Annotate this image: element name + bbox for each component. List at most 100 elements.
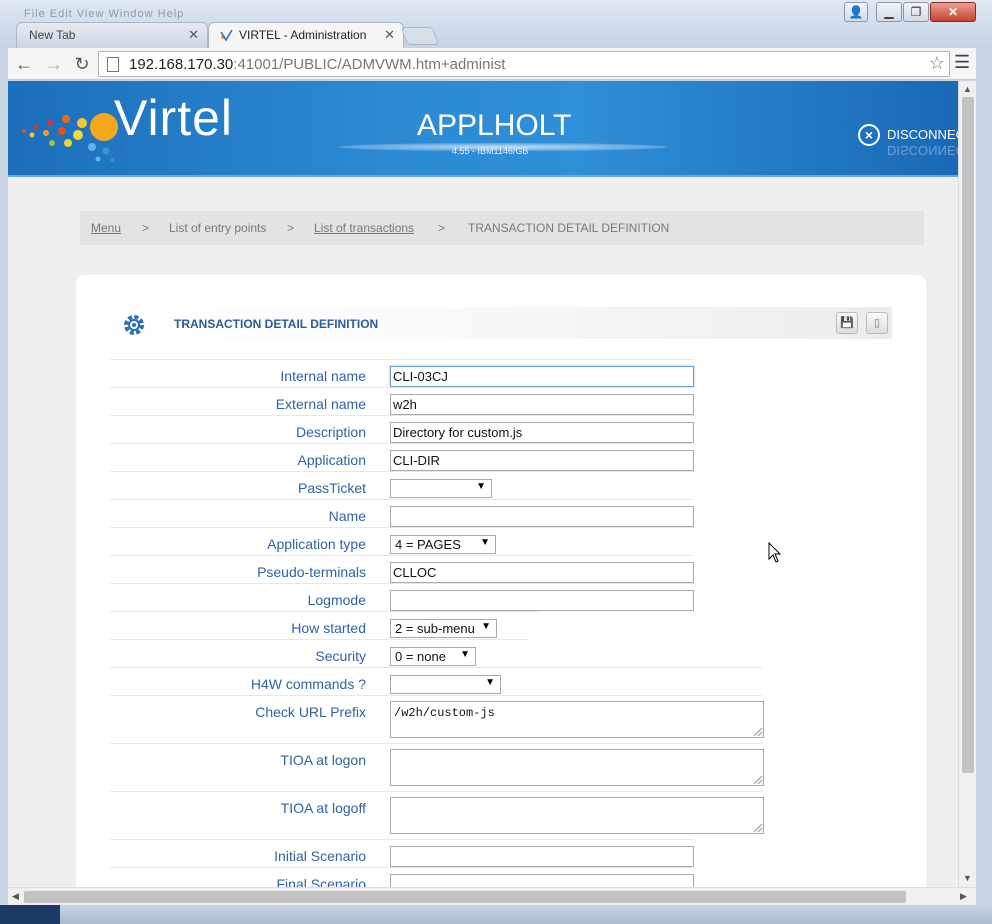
- internal-name-input[interactable]: CLI-03CJ: [390, 366, 694, 387]
- description-label: Description: [295, 424, 366, 440]
- scroll-down-icon[interactable]: ▼: [963, 873, 972, 883]
- security-label: Security: [315, 648, 366, 664]
- how-started-label: How started: [291, 620, 366, 636]
- transaction-detail-panel: TRANSACTION DETAIL DEFINITION 💾 ▯ Intern…: [76, 275, 926, 887]
- header-banner: Virtel APPLHOLT 4.55 - IBM1146/GB × DISC…: [8, 81, 958, 177]
- external-name-input[interactable]: w2h: [390, 394, 694, 415]
- scroll-left-icon[interactable]: ◀: [12, 891, 19, 902]
- browser-toolbar: ← → ↻ 192.168.170.30:41001/PUBLIC/ADMVWM…: [8, 48, 976, 80]
- form-row-check-url-prefix: Check URL Prefix /w2h/custom-js: [110, 695, 764, 743]
- address-bar[interactable]: 192.168.170.30:41001/PUBLIC/ADMVWM.htm+a…: [98, 51, 950, 77]
- reload-icon[interactable]: ↻: [70, 52, 94, 76]
- version-label: 4.55 - IBM1146/GB: [452, 146, 529, 156]
- close-window-button[interactable]: ✕: [930, 2, 976, 22]
- back-arrow-icon[interactable]: ←: [12, 52, 36, 76]
- dropdown-arrow-icon: ▼: [481, 621, 491, 632]
- horizontal-scroll-thumb[interactable]: [24, 891, 906, 903]
- passticket-select[interactable]: ▼: [390, 479, 492, 498]
- resize-grip-icon[interactable]: [754, 728, 762, 736]
- form-row-tioa-logon: TIOA at logon: [110, 743, 764, 791]
- logmode-input[interactable]: [390, 590, 694, 611]
- form-row-pseudo-terminals: Pseudo-terminals CLLOC: [110, 555, 694, 583]
- window-bottom-frame: [0, 905, 992, 924]
- passticket-label: PassTicket: [298, 480, 366, 496]
- scroll-right-icon[interactable]: ▶: [960, 891, 967, 902]
- form-row-passticket: PassTicket ▼: [110, 471, 694, 499]
- form-row-description: Description Directory for custom.js: [110, 415, 694, 443]
- scroll-up-icon[interactable]: ▲: [963, 84, 972, 94]
- how-started-select[interactable]: 2 = sub-menu ▼: [390, 619, 497, 638]
- form-row-initial-scenario: Initial Scenario: [110, 839, 694, 867]
- close-icon[interactable]: ✕: [188, 27, 199, 43]
- h4w-commands-select[interactable]: ▼: [390, 675, 501, 694]
- tab-virtel-administration[interactable]: VIRTEL - Administration ✕: [208, 22, 404, 48]
- phone-icon: ▯: [873, 317, 881, 329]
- final-scenario-input[interactable]: [390, 874, 694, 887]
- virtel-favicon-icon: [220, 29, 233, 42]
- page-icon: [107, 57, 119, 72]
- minimize-button[interactable]: ▁: [876, 2, 902, 22]
- check-url-prefix-textarea[interactable]: /w2h/custom-js: [390, 701, 764, 738]
- form-row-internal-name: Internal name CLI-03CJ: [110, 359, 694, 387]
- breadcrumb: Menu > List of entry points > List of tr…: [80, 211, 924, 245]
- url-text: 192.168.170.30:41001/PUBLIC/ADMVWM.htm+a…: [129, 56, 506, 73]
- form-row-h4w-commands: H4W commands ? ▼: [110, 667, 762, 695]
- tab-new-tab[interactable]: New Tab ✕: [16, 22, 208, 48]
- star-icon[interactable]: ☆: [929, 53, 945, 74]
- tioa-logon-textarea[interactable]: [390, 749, 764, 786]
- name-input[interactable]: [390, 506, 694, 527]
- internal-name-label: Internal name: [280, 368, 366, 384]
- panel-header: TRANSACTION DETAIL DEFINITION 💾 ▯: [110, 307, 892, 339]
- pseudo-terminals-label: Pseudo-terminals: [257, 564, 366, 580]
- check-url-prefix-label: Check URL Prefix: [255, 704, 366, 720]
- new-tab-button[interactable]: [400, 27, 440, 45]
- breadcrumb-separator: >: [438, 221, 446, 235]
- disconnect-icon[interactable]: ×: [858, 124, 880, 146]
- form-row-logmode: Logmode: [110, 583, 694, 611]
- menu-icon[interactable]: ☰: [954, 52, 970, 73]
- taskbar-fragment: [0, 905, 60, 924]
- virtel-logo: Virtel: [114, 90, 234, 146]
- window-titlebar: File Edit View Window Help New Tab ✕ VIR…: [0, 0, 992, 48]
- name-label: Name: [328, 508, 366, 524]
- forward-arrow-icon[interactable]: →: [42, 52, 66, 76]
- dropdown-arrow-icon: ▼: [460, 649, 470, 660]
- resize-grip-icon[interactable]: [754, 776, 762, 784]
- panel-title: TRANSACTION DETAIL DEFINITION: [174, 317, 379, 331]
- h4w-commands-label: H4W commands ?: [250, 676, 366, 692]
- tioa-logon-label: TIOA at logon: [280, 752, 366, 768]
- save-icon: 💾: [840, 317, 854, 329]
- vertical-scroll-thumb[interactable]: [962, 97, 974, 773]
- gear-icon: [124, 315, 144, 335]
- tioa-logoff-textarea[interactable]: [390, 797, 764, 834]
- dropdown-arrow-icon: ▼: [480, 537, 490, 548]
- phone-button[interactable]: ▯: [866, 312, 888, 334]
- mouse-cursor-icon: [768, 542, 782, 563]
- vertical-scrollbar[interactable]: ▲ ▼: [958, 81, 976, 887]
- description-input[interactable]: Directory for custom.js: [390, 422, 694, 443]
- application-title: APPLHOLT: [417, 109, 572, 142]
- disconnect-link[interactable]: DISCONNECT: [887, 127, 958, 142]
- resize-grip-icon[interactable]: [754, 824, 762, 832]
- initial-scenario-input[interactable]: [390, 846, 694, 867]
- security-select[interactable]: 0 = none ▼: [390, 647, 476, 666]
- save-button[interactable]: 💾: [836, 312, 858, 334]
- maximize-button[interactable]: ❐: [903, 2, 929, 22]
- application-input[interactable]: CLI-DIR: [390, 450, 694, 471]
- ghost-menu: File Edit View Window Help: [24, 8, 185, 20]
- breadcrumb-separator: >: [287, 221, 295, 235]
- breadcrumb-menu-link[interactable]: Menu: [91, 221, 121, 235]
- pseudo-terminals-input[interactable]: CLLOC: [390, 562, 694, 583]
- close-icon[interactable]: ✕: [384, 27, 395, 43]
- breadcrumb-transactions-link[interactable]: List of transactions: [314, 221, 414, 235]
- disconnect-reflection: DISCONNECT: [887, 143, 958, 158]
- dropdown-arrow-icon: ▼: [476, 481, 486, 492]
- form-row-name: Name: [110, 499, 694, 527]
- breadcrumb-entry-points: List of entry points: [169, 221, 267, 235]
- form-row-security: Security 0 = none ▼: [110, 639, 528, 667]
- user-icon[interactable]: 👤: [844, 2, 868, 22]
- horizontal-scrollbar[interactable]: ◀ ▶: [8, 887, 976, 905]
- tab-label: New Tab: [29, 28, 76, 42]
- application-type-select[interactable]: 4 = PAGES ▼: [390, 535, 496, 554]
- logmode-label: Logmode: [307, 592, 366, 608]
